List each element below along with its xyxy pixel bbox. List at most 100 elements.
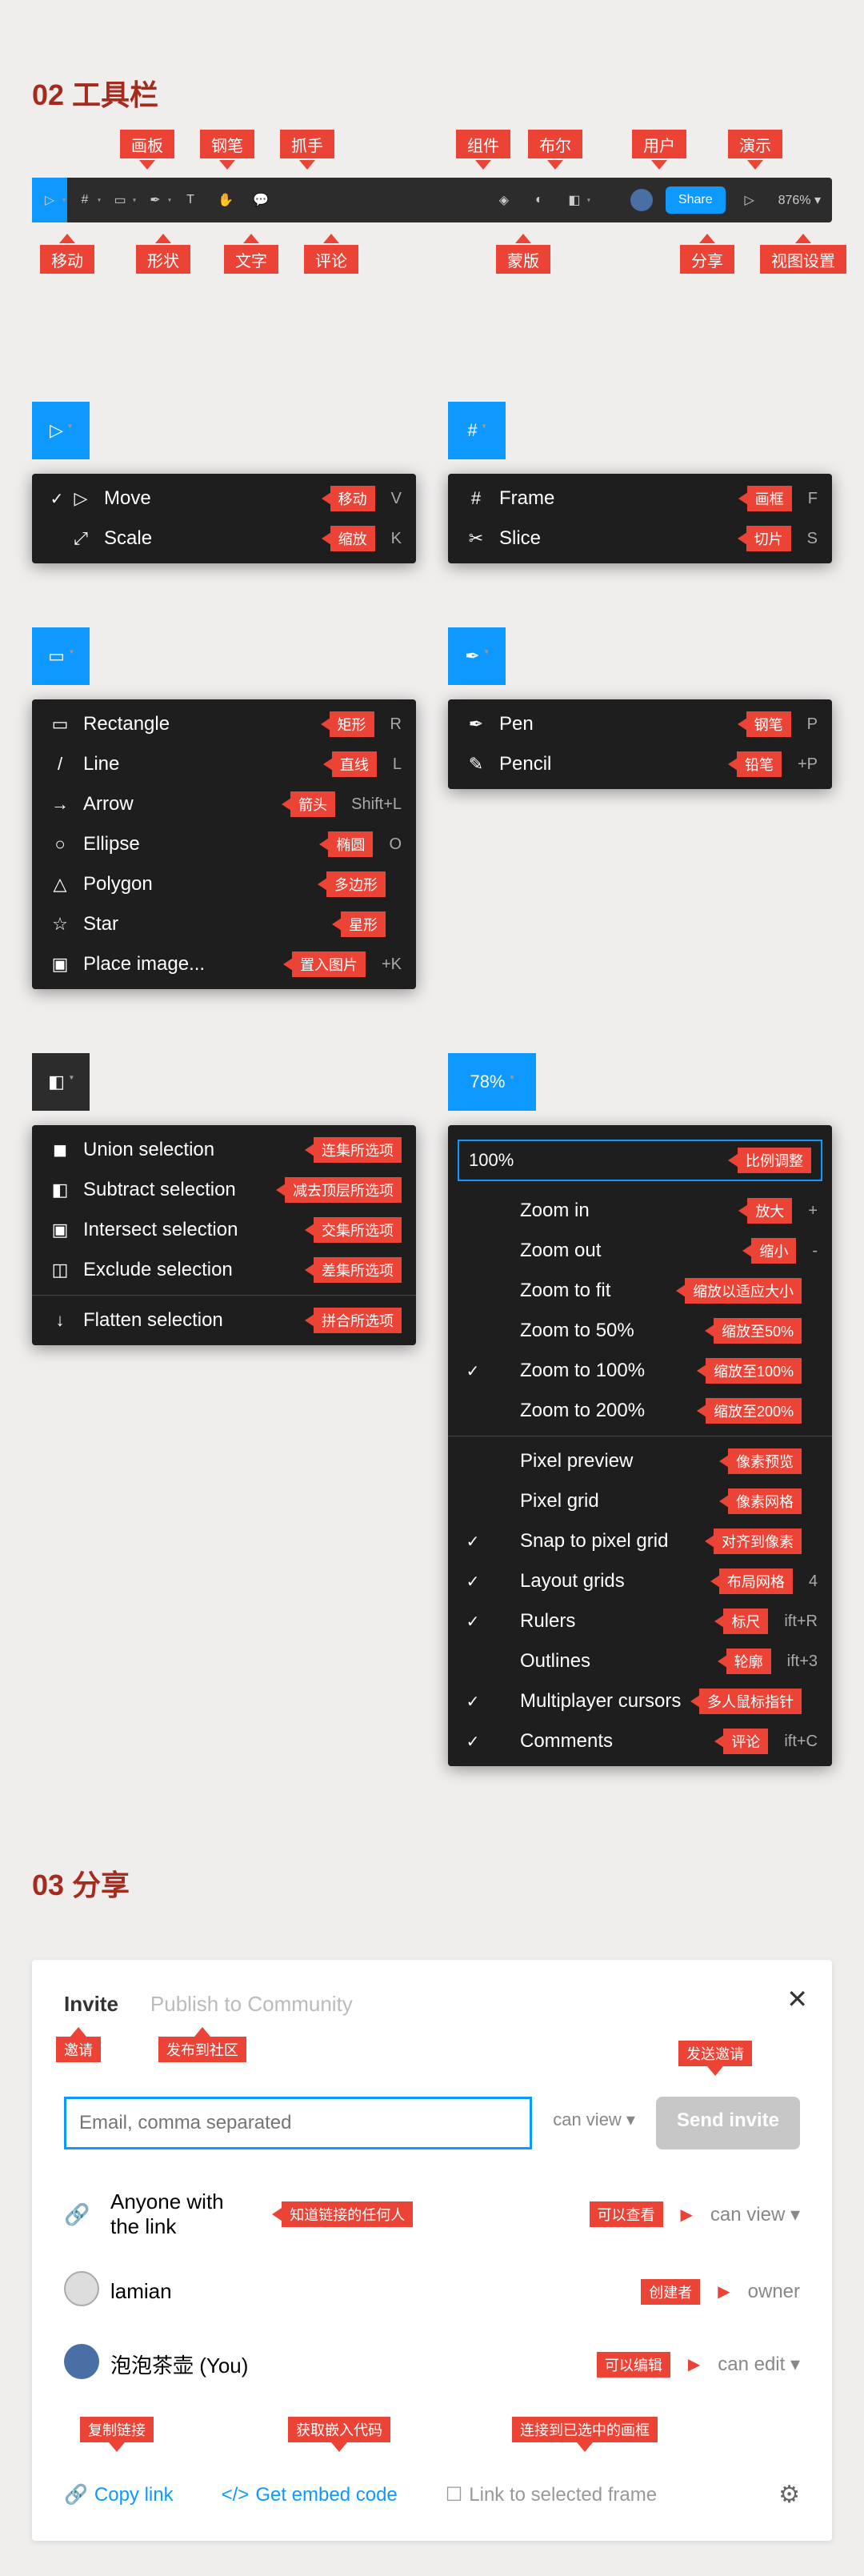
share-button[interactable]: Share [666, 186, 726, 214]
menu-item[interactable]: Pixel preview像素预览 [448, 1441, 832, 1481]
link-frame-checkbox[interactable]: ☐ Link to selected frame [446, 2483, 657, 2506]
annotation: 拼合所选项 [314, 1308, 402, 1333]
annotation: 布局网格 [719, 1568, 793, 1594]
shortcut: S [807, 530, 818, 548]
shape-menu: ▭Rectangle矩形R/Line直线L→Arrow箭头Shift+L○Ell… [32, 699, 416, 989]
menu-label: Scale [104, 527, 314, 550]
menu-item[interactable]: ✒Pen钢笔P [448, 704, 832, 744]
menu-item[interactable]: ✂Slice切片S [448, 519, 832, 559]
menu-item[interactable]: ✓Rulers标尺ift+R [448, 1601, 832, 1641]
label-bool: 布尔 [528, 130, 582, 158]
tab-publish[interactable]: Publish to Community [150, 1992, 353, 2016]
menu-item[interactable]: ☆Star星形 [32, 904, 416, 944]
user-name: 泡泡茶壶 (You) [110, 2350, 339, 2379]
annotation: 画框 [747, 486, 792, 511]
menu-item[interactable]: ✓Layout grids布局网格4 [448, 1561, 832, 1601]
menu-item[interactable]: ↓Flatten selection拼合所选项 [32, 1300, 416, 1340]
menu-item[interactable]: Zoom to 50%缩放至50% [448, 1311, 832, 1351]
shortcut: + [808, 1202, 818, 1220]
menu-item[interactable]: ⤢Scale缩放K [32, 519, 416, 559]
menu-item[interactable]: Outlines轮廓ift+3 [448, 1641, 832, 1681]
tool-icon: / [46, 754, 74, 775]
menu-label: Subtract selection [83, 1179, 268, 1201]
annotation: 钢笔 [746, 711, 791, 737]
pen-tool[interactable]: ✒▾ [138, 178, 173, 222]
present-button[interactable]: ▷ [732, 178, 767, 222]
menu-item[interactable]: ▣Intersect selection交集所选项 [32, 1210, 416, 1250]
menu-item[interactable]: Pixel grid像素网格 [448, 1481, 832, 1521]
menu-item[interactable]: ◼Union selection连集所选项 [32, 1130, 416, 1170]
menu-item[interactable]: ◧Subtract selection减去顶层所选项 [32, 1170, 416, 1210]
frame-dropdown-button[interactable]: #▾ [448, 402, 506, 459]
bool-dropdown-button[interactable]: ◧▾ [32, 1053, 90, 1111]
close-icon[interactable]: ✕ [786, 1984, 808, 2014]
settings-icon[interactable]: ⚙ [778, 2481, 800, 2509]
menu-item[interactable]: Zoom in放大+ [448, 1191, 832, 1231]
menu-label: Flatten selection [83, 1309, 297, 1332]
copy-link-button[interactable]: 🔗 Copy link [64, 2483, 174, 2506]
tool-icon: → [46, 794, 74, 815]
hand-tool[interactable]: ✋ [208, 178, 243, 222]
shortcut: ift+R [784, 1613, 818, 1631]
move-tool[interactable]: ▷▾ [32, 178, 67, 222]
tool-icon: ▣ [46, 954, 74, 975]
annotation: 置入图片 [292, 951, 366, 977]
tool-icon: △ [46, 874, 74, 895]
component-tool[interactable]: ◈ [486, 178, 522, 222]
menu-item[interactable]: ▭Rectangle矩形R [32, 704, 416, 744]
tool-icon: ◧ [46, 1180, 74, 1200]
avatar-icon[interactable] [624, 178, 659, 222]
role-select[interactable]: can view ▾ [710, 2203, 800, 2226]
menu-item[interactable]: Zoom to fit缩放以适应大小 [448, 1271, 832, 1311]
menu-item[interactable]: Zoom out缩小- [448, 1231, 832, 1271]
menu-label: Zoom in [520, 1200, 730, 1222]
email-input[interactable] [64, 2097, 532, 2149]
zoom-dropdown-button[interactable]: 78%▾ [448, 1053, 536, 1111]
menu-label: Zoom to fit [520, 1280, 668, 1302]
comment-tool[interactable]: 💬 [243, 178, 278, 222]
label-shape: 形状 [136, 245, 190, 274]
annotation: 差集所选项 [314, 1257, 402, 1283]
perm-select[interactable]: can view ▾ [546, 2097, 642, 2149]
move-dropdown-button[interactable]: ▷▾ [32, 402, 90, 459]
menu-item[interactable]: ○Ellipse椭圆O [32, 824, 416, 864]
mask-tool[interactable]: ◐ [522, 178, 557, 222]
label-mask: 蒙版 [496, 245, 550, 274]
menu-item[interactable]: /Line直线L [32, 744, 416, 784]
send-invite-button[interactable]: Send invite [656, 2097, 800, 2149]
zoom-display[interactable]: 876% ▾ [767, 192, 832, 208]
pen-dropdown-button[interactable]: ✒▾ [448, 627, 506, 685]
avatar-icon [64, 2271, 99, 2306]
embed-button[interactable]: </> Get embed code [222, 2484, 398, 2506]
tool-icon: ◼ [46, 1140, 74, 1160]
frame-tool[interactable]: #▾ [67, 178, 102, 222]
annotation: 多边形 [326, 871, 386, 897]
role-select[interactable]: can edit ▾ [718, 2353, 800, 2376]
check-icon: ✓ [462, 1361, 483, 1381]
menu-item[interactable]: #Frame画框F [448, 479, 832, 519]
zoom-input[interactable]: 100% 比例调整 [458, 1140, 822, 1181]
row-icon [64, 2344, 96, 2385]
tab-invite[interactable]: Invite [64, 1992, 118, 2016]
menu-label: Polygon [83, 873, 310, 895]
text-tool[interactable]: T [173, 178, 208, 222]
menu-item[interactable]: △ Polygon 多边形 [32, 864, 416, 904]
annotation: 箭头 [290, 791, 335, 817]
bool-tool[interactable]: ◧▾ [557, 178, 592, 222]
menu-item[interactable]: ▣Place image...置入图片+K [32, 944, 416, 984]
menu-item[interactable]: Zoom to 200%缩放至200% [448, 1391, 832, 1431]
menu-item[interactable]: ✓Multiplayer cursors多人鼠标指针 [448, 1681, 832, 1721]
tool-icon: ✎ [462, 754, 490, 775]
menu-label: Union selection [83, 1139, 297, 1161]
menu-item[interactable]: →Arrow箭头Shift+L [32, 784, 416, 824]
menu-item[interactable]: ✓Snap to pixel grid对齐到像素 [448, 1521, 832, 1561]
menu-item[interactable]: ✓Zoom to 100%缩放至100% [448, 1351, 832, 1391]
menu-item[interactable]: ✓Comments评论ift+C [448, 1721, 832, 1761]
menu-item[interactable]: ✎Pencil铅笔+P [448, 744, 832, 784]
shape-dropdown-button[interactable]: ▭▾ [32, 627, 90, 685]
frame-menu: #Frame画框F✂Slice切片S [448, 474, 832, 563]
shape-tool[interactable]: ▭▾ [102, 178, 138, 222]
menu-item[interactable]: ◫Exclude selection差集所选项 [32, 1250, 416, 1290]
menu-item[interactable]: ✓▷Move移动V [32, 479, 416, 519]
shortcut: V [391, 490, 402, 508]
